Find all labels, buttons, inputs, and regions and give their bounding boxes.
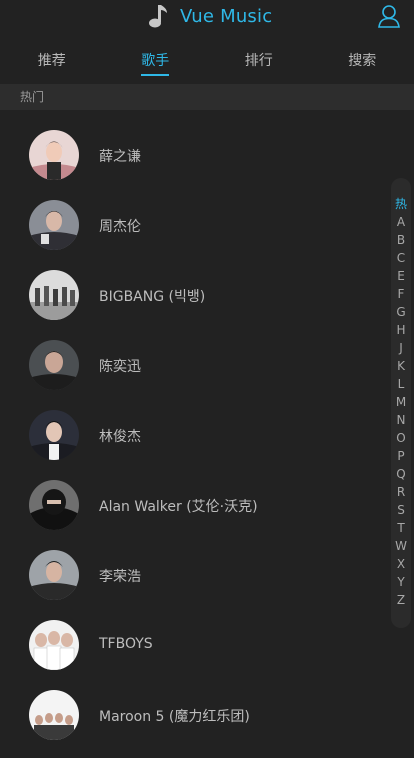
- avatar: [29, 130, 79, 180]
- list-item[interactable]: 陈奕迅: [0, 338, 414, 408]
- singer-name: Alan Walker (艾伦·沃克): [99, 496, 258, 516]
- singer-name: TFBOYS: [99, 636, 153, 652]
- index-item[interactable]: M: [391, 393, 411, 411]
- singer-name: BIGBANG (빅뱅): [99, 286, 205, 306]
- tab-singer[interactable]: 歌手: [104, 42, 208, 78]
- avatar: [29, 410, 79, 460]
- list-item[interactable]: Alan Walker (艾伦·沃克): [0, 478, 414, 548]
- user-icon[interactable]: [376, 3, 402, 29]
- index-item[interactable]: J: [391, 339, 411, 357]
- section-header: 热门: [0, 84, 414, 110]
- index-item[interactable]: H: [391, 321, 411, 339]
- tab-rank[interactable]: 排行: [207, 42, 311, 78]
- index-item[interactable]: A: [391, 213, 411, 231]
- index-item[interactable]: Q: [391, 465, 411, 483]
- avatar: [29, 480, 79, 530]
- singer-list: 薛之谦 周杰伦 BIGBANG (빅뱅): [0, 128, 414, 758]
- index-item[interactable]: C: [391, 249, 411, 267]
- singer-name: Maroon 5 (魔力红乐团): [99, 706, 250, 726]
- tab-bar: 推荐 歌手 排行 搜索: [0, 42, 414, 78]
- section-title: 热门: [20, 88, 44, 105]
- list-item[interactable]: BIGBANG (빅뱅): [0, 268, 414, 338]
- index-item[interactable]: K: [391, 357, 411, 375]
- list-item[interactable]: 李荣浩: [0, 548, 414, 618]
- index-item[interactable]: W: [391, 537, 411, 555]
- index-item[interactable]: G: [391, 303, 411, 321]
- index-item[interactable]: Z: [391, 591, 411, 609]
- index-item[interactable]: X: [391, 555, 411, 573]
- app-title: Vue Music: [180, 6, 272, 27]
- singer-name: 林俊杰: [99, 426, 141, 446]
- music-note-icon: [148, 3, 168, 29]
- avatar: [29, 340, 79, 390]
- list-item[interactable]: Maroon 5 (魔力红乐团): [0, 688, 414, 758]
- index-item[interactable]: Y: [391, 573, 411, 591]
- list-item[interactable]: TFBOYS: [0, 618, 414, 688]
- index-item[interactable]: P: [391, 447, 411, 465]
- singer-name: 薛之谦: [99, 146, 141, 166]
- tab-search[interactable]: 搜索: [311, 42, 414, 78]
- index-item[interactable]: N: [391, 411, 411, 429]
- logo: Vue Music: [148, 1, 272, 31]
- index-item[interactable]: 热: [391, 195, 411, 213]
- index-item[interactable]: O: [391, 429, 411, 447]
- avatar: [29, 550, 79, 600]
- index-item[interactable]: R: [391, 483, 411, 501]
- singer-name: 李荣浩: [99, 566, 141, 586]
- tab-recommend[interactable]: 推荐: [0, 42, 104, 78]
- list-item[interactable]: 林俊杰: [0, 408, 414, 478]
- index-item[interactable]: E: [391, 267, 411, 285]
- index-item[interactable]: B: [391, 231, 411, 249]
- avatar: [29, 690, 79, 740]
- index-item[interactable]: L: [391, 375, 411, 393]
- singer-name: 陈奕迅: [99, 356, 141, 376]
- avatar: [29, 200, 79, 250]
- avatar: [29, 270, 79, 320]
- list-item[interactable]: 薛之谦: [0, 128, 414, 198]
- list-item[interactable]: 周杰伦: [0, 198, 414, 268]
- index-item[interactable]: S: [391, 501, 411, 519]
- index-item[interactable]: T: [391, 519, 411, 537]
- alphabet-index-bar[interactable]: 热ABCEFGHJKLMNOPQRSTWXYZ: [391, 178, 411, 628]
- index-item[interactable]: F: [391, 285, 411, 303]
- app-header: Vue Music: [0, 0, 414, 36]
- singer-name: 周杰伦: [99, 216, 141, 236]
- avatar: [29, 620, 79, 670]
